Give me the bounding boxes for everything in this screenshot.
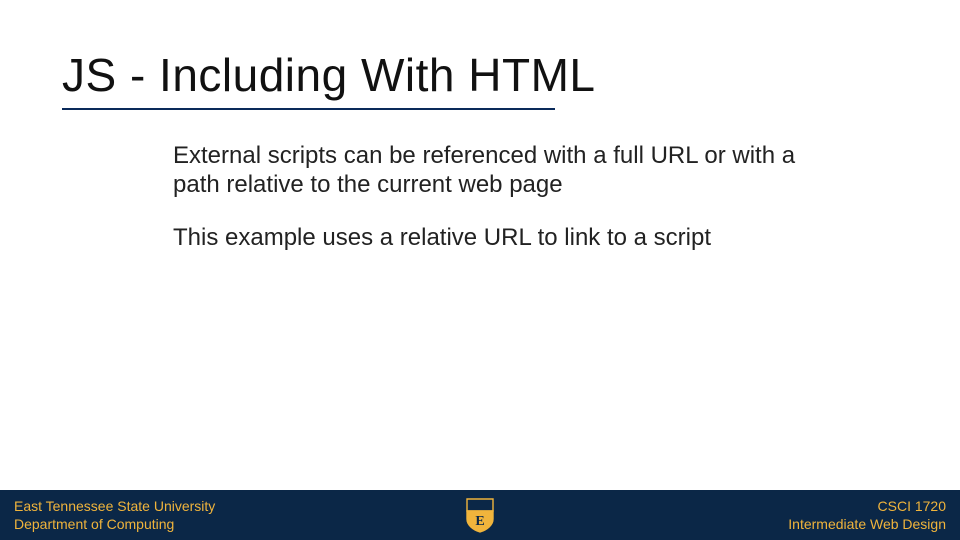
title-underline bbox=[62, 108, 555, 110]
footer-left: East Tennessee State University Departme… bbox=[14, 497, 215, 533]
body-paragraph-2: This example uses a relative URL to link… bbox=[173, 224, 813, 253]
footer-bar: East Tennessee State University Departme… bbox=[0, 490, 960, 540]
footer-course-name: Intermediate Web Design bbox=[788, 515, 946, 533]
footer-logo-shield-icon: E bbox=[465, 497, 495, 533]
footer-course-code: CSCI 1720 bbox=[788, 497, 946, 515]
body-paragraph-1: External scripts can be referenced with … bbox=[173, 142, 813, 200]
slide: JS - Including With HTML External script… bbox=[0, 0, 960, 540]
slide-title: JS - Including With HTML bbox=[62, 48, 595, 102]
slide-body: External scripts can be referenced with … bbox=[173, 142, 813, 276]
footer-university: East Tennessee State University bbox=[14, 497, 215, 515]
logo-letter: E bbox=[475, 514, 484, 529]
footer-right: CSCI 1720 Intermediate Web Design bbox=[788, 497, 946, 533]
footer-department: Department of Computing bbox=[14, 515, 215, 533]
